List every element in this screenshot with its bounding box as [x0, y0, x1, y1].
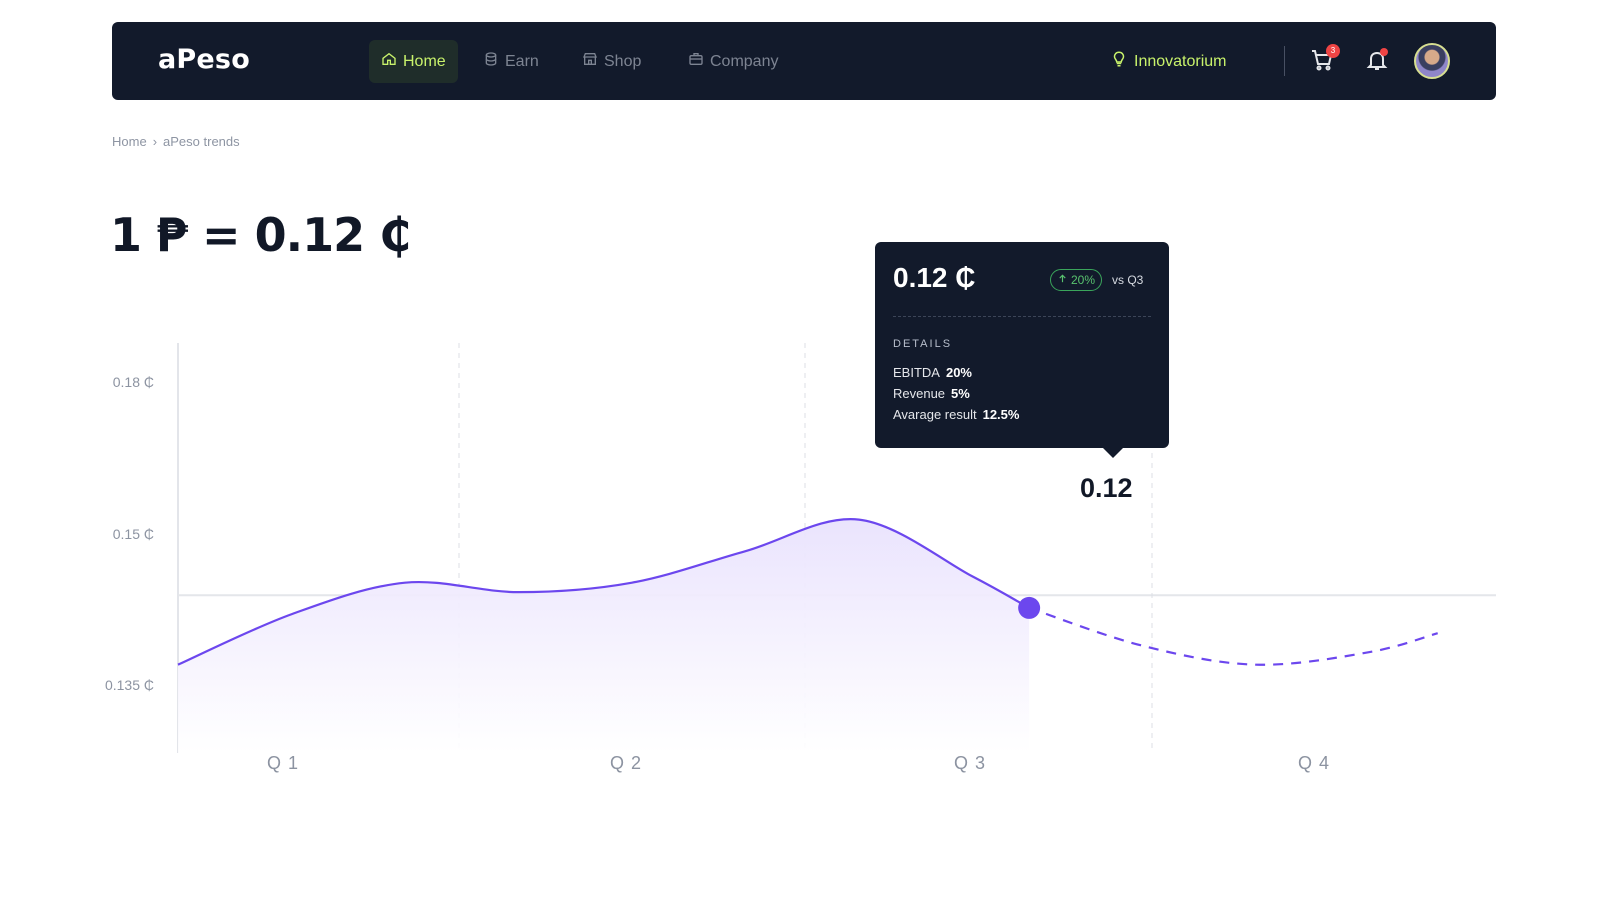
- series-line-dashed: [1028, 606, 1438, 666]
- detail-row: EBITDA 20%: [893, 365, 972, 380]
- highlight-value-label: 0.12: [1080, 473, 1133, 503]
- detail-label: Revenue: [893, 386, 946, 401]
- detail-label: EBITDA: [893, 365, 940, 380]
- detail-value: 20%: [945, 365, 972, 380]
- detail-row: Avarage result 12.5%: [893, 407, 1019, 422]
- highlight-point: [1018, 596, 1041, 619]
- x-tick-label: Q 3: [954, 753, 987, 773]
- x-tick-label: Q 4: [1298, 753, 1331, 773]
- change-badge: 20%: [1050, 269, 1103, 291]
- compare-label: vs Q3: [1112, 273, 1144, 287]
- detail-value: 12.5%: [982, 407, 1020, 422]
- y-tick-label: 0.135 ₵: [104, 677, 154, 693]
- tooltip-divider: [893, 316, 1151, 317]
- chart-tooltip: 0.12 ₵ 20% vs Q3 DETAILS EBITDA 20% Reven…: [875, 242, 1169, 458]
- trend-chart: [177, 343, 1496, 753]
- y-tick-label: 0.18 ₵: [112, 374, 154, 390]
- x-tick-label: Q 2: [610, 753, 643, 773]
- change-percent: 20%: [1071, 273, 1096, 287]
- detail-value: 5%: [951, 386, 970, 401]
- tooltip-value: 0.12 ₵: [893, 262, 976, 293]
- detail-label: Avarage result: [893, 407, 977, 422]
- details-heading: DETAILS: [893, 338, 953, 350]
- series-area: [178, 519, 1030, 753]
- y-tick-label: 0.15 ₵: [112, 526, 154, 542]
- x-tick-label: Q 1: [267, 753, 300, 773]
- arrow-up-icon: [1057, 270, 1068, 290]
- detail-row: Revenue 5%: [893, 386, 970, 401]
